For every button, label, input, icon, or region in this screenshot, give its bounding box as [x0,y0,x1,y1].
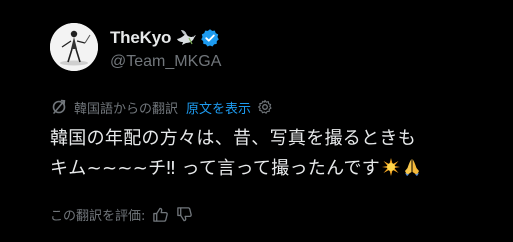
rate-translation-label: この翻訳を評価: [50,208,146,224]
name-row: TheKyo [110,27,220,49]
verified-badge-icon[interactable] [200,28,220,48]
post-text: 韓国の年配の方々は、昔、写真を撮るときも キム~~~~チ‼ って言って撮ったんで… [50,124,505,184]
user-handle[interactable]: @Team_MKGA [110,53,221,71]
show-original-link[interactable]: 原文を表示 [186,98,251,117]
translation-notice: 韓国語からの翻訳 原文を表示 [50,97,273,117]
post-text-line: 韓国の年配の方々は、昔、写真を撮るときも [50,128,416,149]
rate-translation: この翻訳を評価: [50,204,193,224]
post-card: TheKyo @Team_MKGA 韓国語からの翻訳 原文を表示 韓国の年配の方… [0,0,513,242]
dove-icon [175,29,197,47]
thumbs-up-icon[interactable] [152,206,169,223]
translated-from-label: 韓国語からの翻訳 [74,101,179,117]
post-text-line: キム~~~~チ‼ って言って撮ったんです [50,154,505,184]
gear-icon[interactable] [257,99,273,115]
glowing-star-emoji [381,157,401,177]
display-name[interactable]: TheKyo [110,28,171,48]
avatar[interactable] [50,23,98,71]
thumbs-down-icon[interactable] [176,206,193,223]
folded-hands-emoji [402,157,422,177]
translate-icon [50,98,68,116]
